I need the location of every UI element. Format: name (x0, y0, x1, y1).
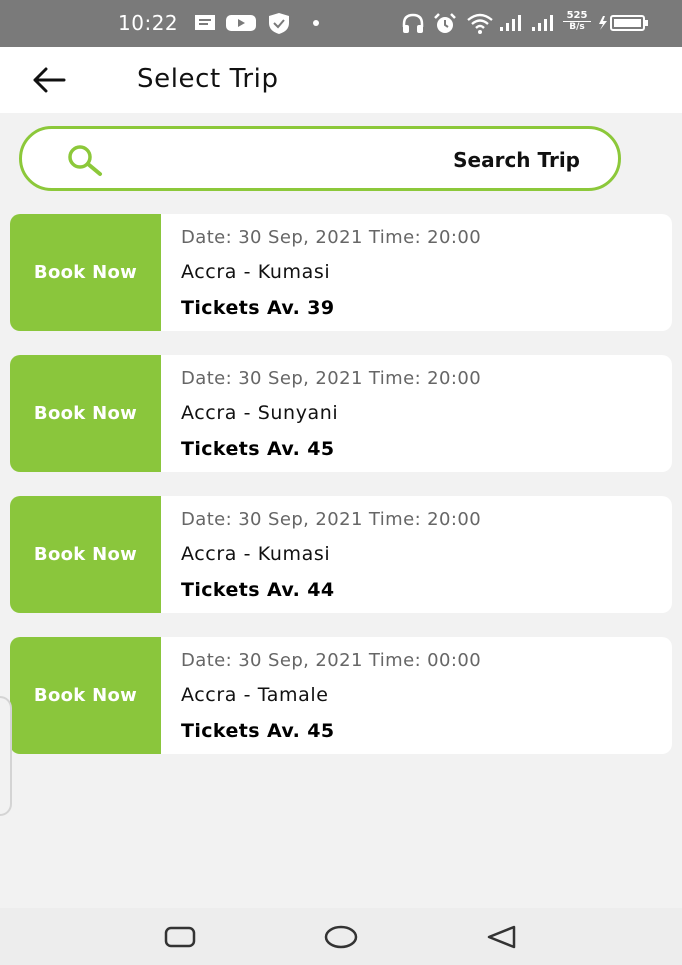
system-nav-bar (0, 908, 682, 965)
trip-tickets: Tickets Av. 44 (181, 579, 335, 601)
trip-route: Accra - Tamale (181, 684, 329, 706)
alarm-icon (434, 13, 456, 33)
trip-datetime: Date: 30 Sep, 2021 Time: 20:00 (181, 368, 482, 389)
trip-route: Accra - Kumasi (181, 261, 331, 283)
trip-datetime: Date: 30 Sep, 2021 Time: 20:00 (181, 509, 482, 530)
trip-card: Book Now Date: 30 Sep, 2021 Time: 20:00 … (10, 214, 672, 331)
back-arrow-icon[interactable] (32, 67, 66, 93)
trip-route: Accra - Kumasi (181, 543, 331, 565)
message-icon (195, 15, 215, 30)
dot-icon (313, 20, 319, 26)
home-icon[interactable] (322, 923, 360, 951)
search-icon (68, 145, 102, 176)
wifi-icon (467, 13, 493, 34)
trip-tickets: Tickets Av. 39 (181, 297, 335, 319)
status-bar: 10:22 525 B/s (0, 0, 682, 47)
net-speed-value: 525 (563, 11, 591, 22)
net-speed: 525 B/s (563, 11, 591, 32)
book-now-button[interactable]: Book Now (10, 637, 161, 754)
youtube-icon (226, 15, 256, 31)
book-now-button[interactable]: Book Now (10, 214, 161, 331)
recents-icon[interactable] (163, 923, 197, 951)
trip-card: Book Now Date: 30 Sep, 2021 Time: 20:00 … (10, 496, 672, 613)
signal-icon (500, 15, 553, 31)
book-now-button[interactable]: Book Now (10, 496, 161, 613)
trip-card: Book Now Date: 30 Sep, 2021 Time: 20:00 … (10, 355, 672, 472)
trip-tickets: Tickets Av. 45 (181, 438, 335, 460)
status-time: 10:22 (118, 11, 179, 35)
trip-datetime: Date: 30 Sep, 2021 Time: 00:00 (181, 650, 482, 671)
search-trip-button[interactable]: Search Trip (19, 126, 621, 191)
page-title: Select Trip (137, 64, 279, 94)
trip-datetime: Date: 30 Sep, 2021 Time: 20:00 (181, 227, 482, 248)
battery-icon (599, 15, 648, 31)
back-nav-icon[interactable] (485, 923, 519, 951)
net-speed-unit: B/s (569, 22, 585, 32)
search-label: Search Trip (453, 148, 580, 172)
trip-tickets: Tickets Av. 45 (181, 720, 335, 742)
trip-route: Accra - Sunyani (181, 402, 339, 424)
shield-icon (269, 13, 289, 34)
edge-panel-handle[interactable] (0, 696, 12, 816)
headset-icon (402, 13, 424, 33)
trip-card: Book Now Date: 30 Sep, 2021 Time: 00:00 … (10, 637, 672, 754)
book-now-button[interactable]: Book Now (10, 355, 161, 472)
app-bar: Select Trip (0, 47, 682, 113)
